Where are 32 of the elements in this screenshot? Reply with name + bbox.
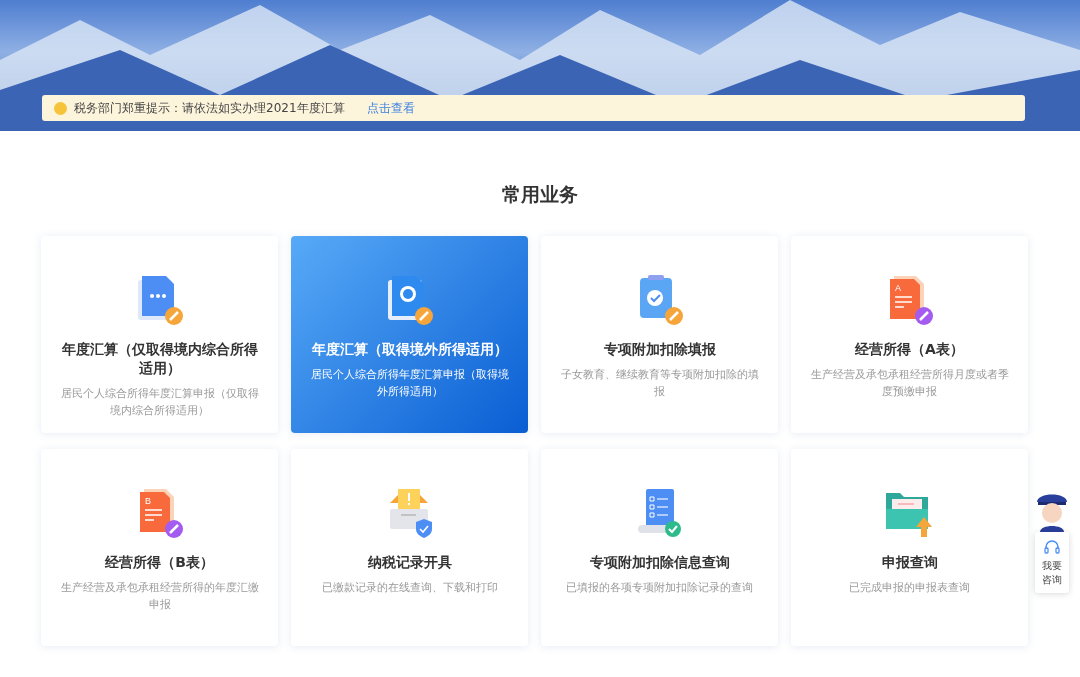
card-description: 生产经营及承包承租经营所得月度或者季度预缴申报 bbox=[809, 367, 1010, 400]
card-description: 居民个人综合所得年度汇算申报（取得境外所得适用） bbox=[309, 367, 510, 400]
section-title: 常用业务 bbox=[501, 182, 579, 207]
card-title: 纳税记录开具 bbox=[367, 553, 452, 572]
service-card[interactable]: 年度汇算（仅取得境内综合所得适用） 居民个人综合所得年度汇算申报（仅取得境内综合所得适用） bbox=[41, 236, 278, 433]
card-title: 经营所得（B表） bbox=[105, 553, 214, 572]
card-title: 经营所得（A表） bbox=[855, 340, 964, 359]
headset-icon bbox=[1043, 538, 1061, 556]
service-card[interactable]: B 经营所得（B表） 生产经营及承包承租经营所得的年度汇缴申报 bbox=[41, 449, 278, 646]
card-title: 专项附加扣除信息查询 bbox=[589, 553, 730, 572]
card-description: 子女教育、继续教育等专项附加扣除的填报 bbox=[559, 367, 760, 400]
service-card[interactable]: 纳税记录开具 已缴款记录的在线查询、下载和打印 bbox=[291, 449, 528, 646]
checklist-scroll-icon bbox=[635, 487, 684, 539]
card-description: 生产经营及承包承租经营所得的年度汇缴申报 bbox=[59, 580, 260, 613]
globe-document-icon bbox=[385, 274, 434, 326]
consult-button[interactable]: 我要咨询 bbox=[1035, 532, 1069, 593]
service-card[interactable]: 专项附加扣除信息查询 已填报的各项专项附加扣除记录的查询 bbox=[541, 449, 778, 646]
notice-text: 税务部门郑重提示：请依法如实办理2021年度汇算 bbox=[74, 99, 345, 117]
card-title: 专项附加扣除填报 bbox=[603, 340, 716, 359]
card-title: 年度汇算（取得境外所得适用） bbox=[311, 340, 508, 359]
card-title: 年度汇算（仅取得境内综合所得适用） bbox=[60, 340, 259, 378]
service-card[interactable]: A 经营所得（A表） 生产经营及承包承租经营所得月度或者季度预缴申报 bbox=[791, 236, 1028, 433]
service-card[interactable]: 申报查询 已完成申报的申报表查询 bbox=[791, 449, 1028, 646]
card-description: 已填报的各项专项附加扣除记录的查询 bbox=[566, 580, 753, 596]
card-description: 已完成申报的申报表查询 bbox=[849, 580, 970, 596]
view-link[interactable]: 点击查看 bbox=[366, 99, 415, 117]
card-title: 申报查询 bbox=[881, 553, 938, 572]
card-description: 居民个人综合所得年度汇算申报（仅取得境内综合所得适用） bbox=[59, 386, 260, 419]
card-description: 已缴款记录的在线查询、下载和打印 bbox=[321, 580, 498, 596]
service-card[interactable]: 年度汇算（取得境外所得适用） 居民个人综合所得年度汇算申报（取得境外所得适用） bbox=[291, 236, 528, 433]
document-edit-icon bbox=[135, 274, 184, 326]
service-card[interactable]: 专项附加扣除填报 子女教育、继续教育等专项附加扣除的填报 bbox=[541, 236, 778, 433]
